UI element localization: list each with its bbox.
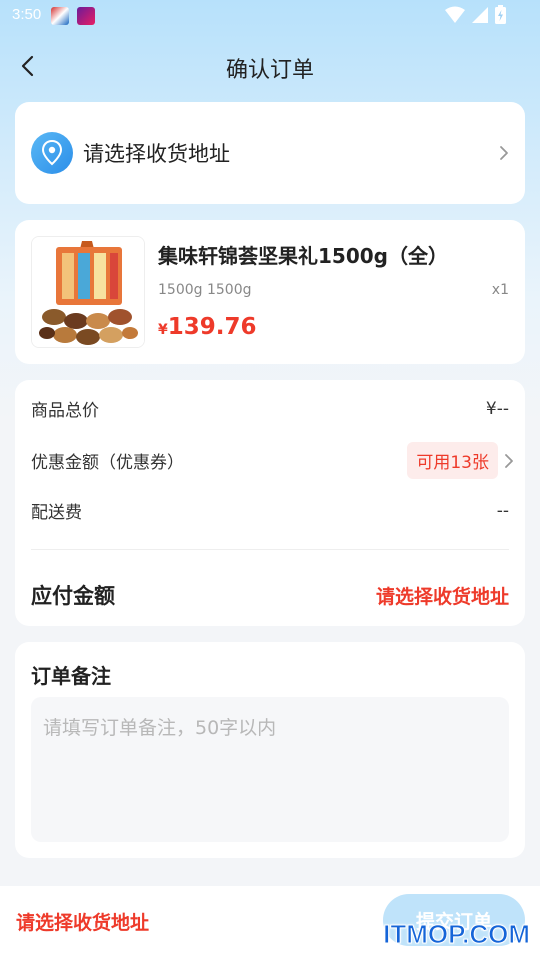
product-price: ¥139.76 xyxy=(158,314,257,340)
shipping-label: 配送费 xyxy=(31,503,82,523)
shipping-row: 配送费 -- xyxy=(31,498,509,524)
price-currency-symbol: ¥ xyxy=(158,322,168,338)
product-card: 集味轩锦荟坚果礼1500g（全） 1500g 1500g x1 ¥139.76 xyxy=(15,220,525,364)
watermark: ITMOP.COM xyxy=(383,919,531,950)
notification-app-icon xyxy=(77,7,95,25)
chevron-right-icon xyxy=(505,453,513,468)
price-value: 139.76 xyxy=(167,314,257,340)
coupon-selector[interactable]: 可用13张 xyxy=(407,442,514,479)
payable-row: 应付金额 请选择收货地址 xyxy=(31,580,509,610)
header: 确认订单 xyxy=(0,40,540,94)
product-spec: 1500g 1500g xyxy=(158,282,252,298)
discount-label: 优惠金额（优惠券） xyxy=(31,453,184,473)
shipping-value: -- xyxy=(496,500,509,521)
notification-app-icon xyxy=(51,7,69,25)
total-price-value: ¥-- xyxy=(485,398,509,419)
product-name: 集味轩锦荟坚果礼1500g（全） xyxy=(158,244,448,268)
product-quantity: x1 xyxy=(491,282,509,298)
address-placeholder: 请选择收货地址 xyxy=(83,142,230,166)
address-selector[interactable]: 请选择收货地址 xyxy=(15,102,525,204)
status-time: 3:50 xyxy=(12,6,42,23)
status-bar: 3:50 xyxy=(0,0,540,32)
remark-title: 订单备注 xyxy=(31,664,111,688)
payable-value: 请选择收货地址 xyxy=(375,585,509,608)
location-pin-icon xyxy=(31,132,73,174)
total-price-label: 商品总价 xyxy=(31,401,99,421)
signal-icon xyxy=(472,6,488,23)
address-hint: 请选择收货地址 xyxy=(16,912,150,934)
wifi-icon xyxy=(445,6,465,23)
remark-input[interactable] xyxy=(31,697,509,842)
coupon-count-badge: 可用13张 xyxy=(407,442,498,479)
page-title: 确认订单 xyxy=(225,58,314,83)
discount-row: 优惠金额（优惠券） 可用13张 xyxy=(31,442,514,479)
payable-label: 应付金额 xyxy=(31,584,115,608)
order-remark-card: 订单备注 xyxy=(15,642,525,858)
status-indicators xyxy=(445,5,506,24)
product-image[interactable] xyxy=(31,236,145,348)
divider xyxy=(31,549,509,550)
chevron-right-icon xyxy=(499,145,509,161)
total-price-row: 商品总价 ¥-- xyxy=(31,396,509,422)
battery-icon xyxy=(495,5,506,24)
